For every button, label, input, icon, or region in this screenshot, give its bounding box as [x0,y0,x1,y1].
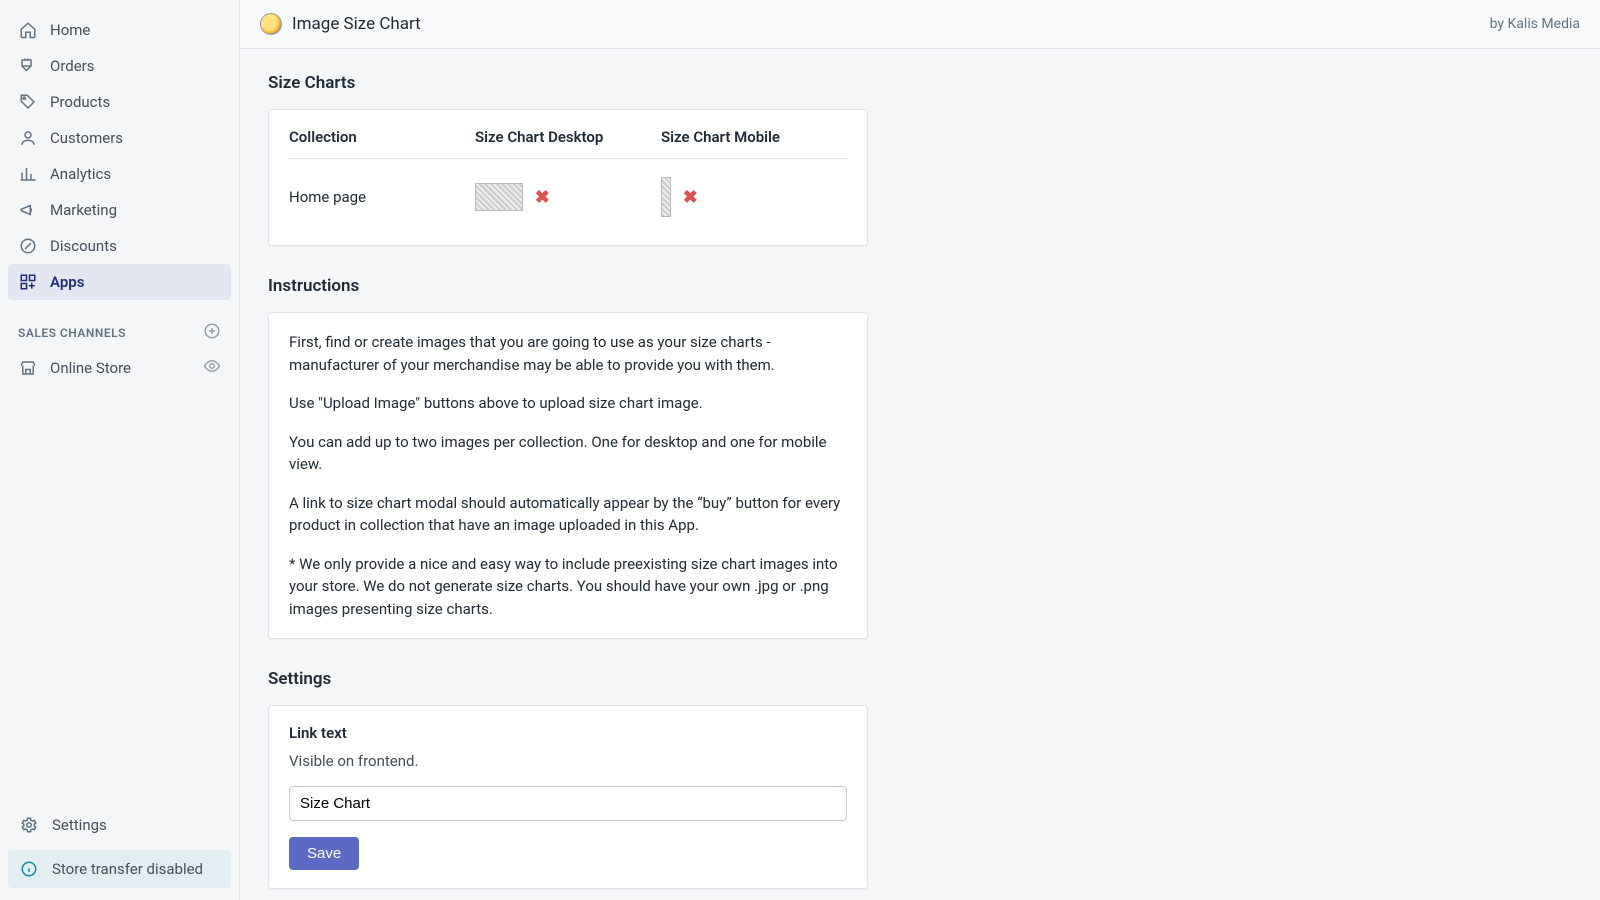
instruction-paragraph: You can add up to two images per collect… [289,431,847,476]
user-icon [18,128,38,148]
sidebar-item-orders[interactable]: Orders [8,48,231,84]
content: Size Charts Collection Size Chart Deskto… [240,49,1600,900]
sidebar-item-online-store[interactable]: Online Store [8,349,231,387]
tag-icon [18,92,38,112]
instruction-paragraph: * We only provide a nice and easy way to… [289,553,847,621]
sidebar-item-customers[interactable]: Customers [8,120,231,156]
link-text-input[interactable] [289,786,847,821]
sidebar-item-label: Analytics [50,165,111,183]
th-mobile: Size Chart Mobile [661,128,847,159]
delete-desktop-icon[interactable]: ✖ [535,187,550,208]
th-collection: Collection [289,128,475,159]
orders-icon [18,56,38,76]
sidebar-item-label: Home [50,21,90,39]
size-charts-table: Collection Size Chart Desktop Size Chart… [289,128,847,227]
size-charts-title: Size Charts [268,73,1572,93]
sales-channels-label: Sales Channels [18,326,126,340]
sidebar-item-label: Online Store [50,359,131,377]
table-row: Home page ✖ ✖ [289,159,847,228]
store-transfer-label: Store transfer disabled [52,860,203,878]
sidebar-item-label: Settings [52,816,107,834]
mobile-thumbnail[interactable] [661,177,671,217]
instruction-paragraph: Use "Upload Image" buttons above to uplo… [289,392,847,415]
eye-icon[interactable] [203,357,221,379]
instructions-card: First, find or create images that you ar… [268,312,868,639]
sidebar-item-settings[interactable]: Settings [8,806,231,844]
settings-card: Link text Visible on frontend. Save [268,705,868,889]
store-icon [18,358,38,378]
sidebar-item-marketing[interactable]: Marketing [8,192,231,228]
sidebar-item-label: Orders [50,57,95,75]
discount-icon [18,236,38,256]
main-area: Image Size Chart by Kalis Media Size Cha… [240,0,1600,900]
instruction-paragraph: A link to size chart modal should automa… [289,492,847,537]
link-text-helper: Visible on frontend. [289,752,847,770]
delete-mobile-icon[interactable]: ✖ [683,187,698,208]
link-text-label: Link text [289,724,847,742]
apps-icon [18,272,38,292]
settings-title: Settings [268,669,1572,689]
sidebar-item-analytics[interactable]: Analytics [8,156,231,192]
th-desktop: Size Chart Desktop [475,128,661,159]
desktop-thumbnail[interactable] [475,183,523,211]
instructions-title: Instructions [268,276,1572,296]
topbar: Image Size Chart by Kalis Media [240,0,1600,49]
app-logo-icon [260,13,282,35]
save-button[interactable]: Save [289,837,359,870]
analytics-icon [18,164,38,184]
sidebar-item-label: Discounts [50,237,117,255]
sidebar-item-label: Marketing [50,201,117,219]
store-transfer-notice[interactable]: Store transfer disabled [8,850,231,888]
app-title: Image Size Chart [292,14,421,34]
sales-channels-header: Sales Channels [8,316,231,349]
sidebar-item-label: Customers [50,129,123,147]
instruction-paragraph: First, find or create images that you ar… [289,331,847,376]
sidebar-item-discounts[interactable]: Discounts [8,228,231,264]
megaphone-icon [18,200,38,220]
gear-icon [18,814,40,836]
sidebar: Home Orders Products Customers Analytics [0,0,240,900]
sidebar-item-label: Products [50,93,110,111]
home-icon [18,20,38,40]
info-icon [18,858,40,880]
size-charts-card: Collection Size Chart Desktop Size Chart… [268,109,868,246]
add-channel-icon[interactable] [203,322,221,343]
app-byline: by Kalis Media [1490,16,1580,32]
sidebar-item-apps[interactable]: Apps [8,264,231,300]
sidebar-item-home[interactable]: Home [8,12,231,48]
collection-name: Home page [289,159,475,228]
sidebar-item-label: Apps [50,273,84,291]
sidebar-item-products[interactable]: Products [8,84,231,120]
